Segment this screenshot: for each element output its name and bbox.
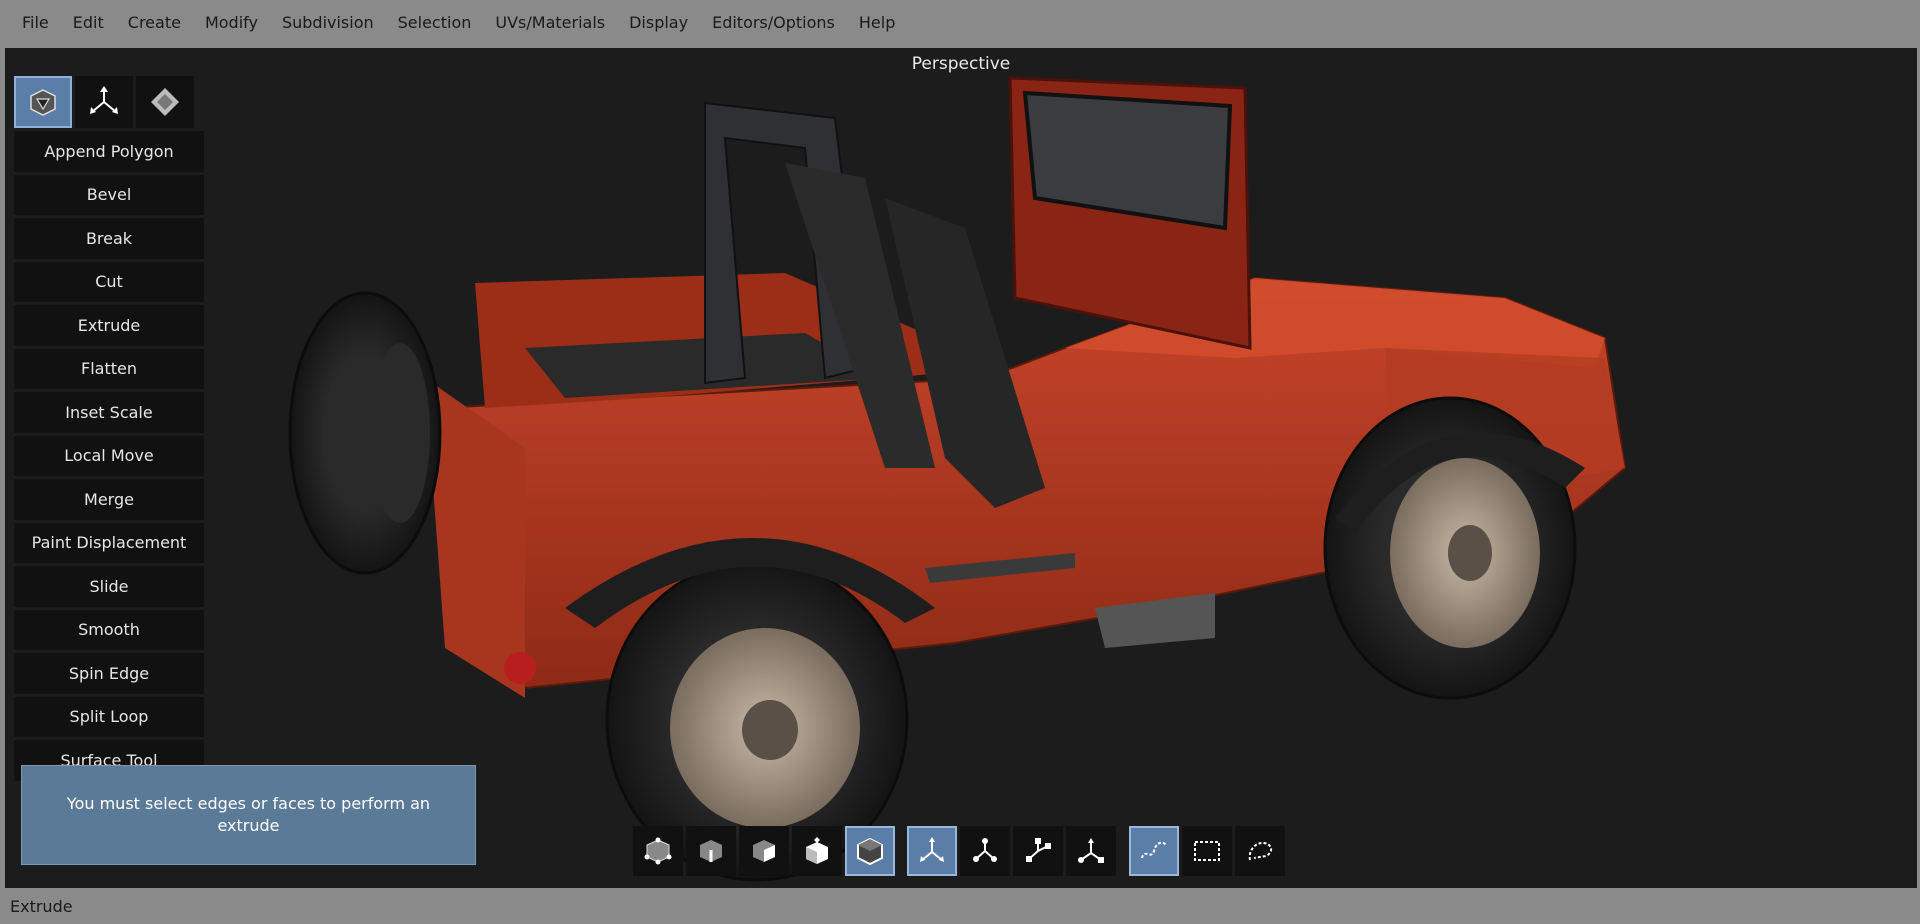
menu-subdivision[interactable]: Subdivision <box>270 0 386 46</box>
uv-mode-button[interactable] <box>136 76 194 128</box>
tool-extrude[interactable]: Extrude <box>14 305 204 346</box>
uv-select-icon <box>806 837 828 864</box>
freeform-select-button[interactable] <box>1235 826 1285 876</box>
object-select-button[interactable] <box>845 826 895 876</box>
scale-tool-button[interactable] <box>1013 826 1063 876</box>
tool-merge[interactable]: Merge <box>14 479 204 520</box>
universal-gizmo-icon <box>1078 838 1104 863</box>
edge-select-icon <box>700 840 722 862</box>
menu-file[interactable]: File <box>10 0 61 46</box>
menu-uvs-materials[interactable]: UVs/Materials <box>483 0 617 46</box>
status-bar: Extrude <box>0 890 1920 924</box>
menu-create[interactable]: Create <box>116 0 193 46</box>
tool-break[interactable]: Break <box>14 218 204 259</box>
transform-mode-toolbar <box>907 826 1116 876</box>
move-tool-button[interactable] <box>907 826 957 876</box>
selection-tool-toolbar <box>1129 826 1285 876</box>
vertex-select-icon <box>644 837 672 865</box>
viewport-title: Perspective <box>911 54 1011 74</box>
tool-spin-edge[interactable]: Spin Edge <box>14 653 204 694</box>
transform-mode-button[interactable] <box>75 76 133 128</box>
lasso-select-icon <box>1141 841 1167 859</box>
cube-mesh-icon <box>30 89 56 116</box>
rotate-gizmo-icon <box>973 838 997 862</box>
menu-selection[interactable]: Selection <box>386 0 484 46</box>
transform-gizmo-icon <box>90 86 118 114</box>
uv-diamond-icon <box>151 88 179 116</box>
perspective-viewport[interactable]: Perspective Append Polygon Bevel Break C… <box>5 48 1917 888</box>
menu-help[interactable]: Help <box>847 0 907 46</box>
scale-gizmo-icon <box>1026 838 1051 862</box>
tool-smooth[interactable]: Smooth <box>14 609 204 650</box>
mesh-mode-button[interactable] <box>14 76 72 128</box>
selection-mode-toolbar <box>633 826 895 876</box>
status-text: Extrude <box>10 897 73 916</box>
menu-bar: File Edit Create Modify Subdivision Sele… <box>0 0 1920 46</box>
face-select-button[interactable] <box>739 826 789 876</box>
move-gizmo-icon <box>920 837 944 862</box>
edge-select-button[interactable] <box>686 826 736 876</box>
rect-select-icon <box>1194 841 1220 861</box>
universal-tool-button[interactable] <box>1066 826 1116 876</box>
rect-select-button[interactable] <box>1182 826 1232 876</box>
mode-row <box>14 76 204 128</box>
menu-edit[interactable]: Edit <box>61 0 116 46</box>
tool-panel: Append Polygon Bevel Break Cut Extrude F… <box>14 76 204 804</box>
face-select-icon <box>753 840 775 862</box>
tool-append-polygon[interactable]: Append Polygon <box>14 131 204 172</box>
jeep-3d-model[interactable] <box>5 48 1917 888</box>
lasso-select-button[interactable] <box>1129 826 1179 876</box>
tool-local-move[interactable]: Local Move <box>14 435 204 476</box>
tool-inset-scale[interactable]: Inset Scale <box>14 392 204 433</box>
menu-display[interactable]: Display <box>617 0 700 46</box>
toast-message: You must select edges or faces to perfor… <box>66 794 431 835</box>
tool-slide[interactable]: Slide <box>14 566 204 607</box>
object-select-icon <box>857 837 883 866</box>
menu-modify[interactable]: Modify <box>193 0 270 46</box>
menu-editors-options[interactable]: Editors/Options <box>700 0 847 46</box>
spare-wheel <box>288 291 442 575</box>
vertex-select-button[interactable] <box>633 826 683 876</box>
freeform-select-icon <box>1248 841 1272 861</box>
tool-paint-displacement[interactable]: Paint Displacement <box>14 522 204 563</box>
notification-toast: You must select edges or faces to perfor… <box>21 765 476 865</box>
tool-flatten[interactable]: Flatten <box>14 348 204 389</box>
rotate-tool-button[interactable] <box>960 826 1010 876</box>
tool-cut[interactable]: Cut <box>14 261 204 302</box>
tool-bevel[interactable]: Bevel <box>14 174 204 215</box>
uv-select-button[interactable] <box>792 826 842 876</box>
tool-split-loop[interactable]: Split Loop <box>14 696 204 737</box>
